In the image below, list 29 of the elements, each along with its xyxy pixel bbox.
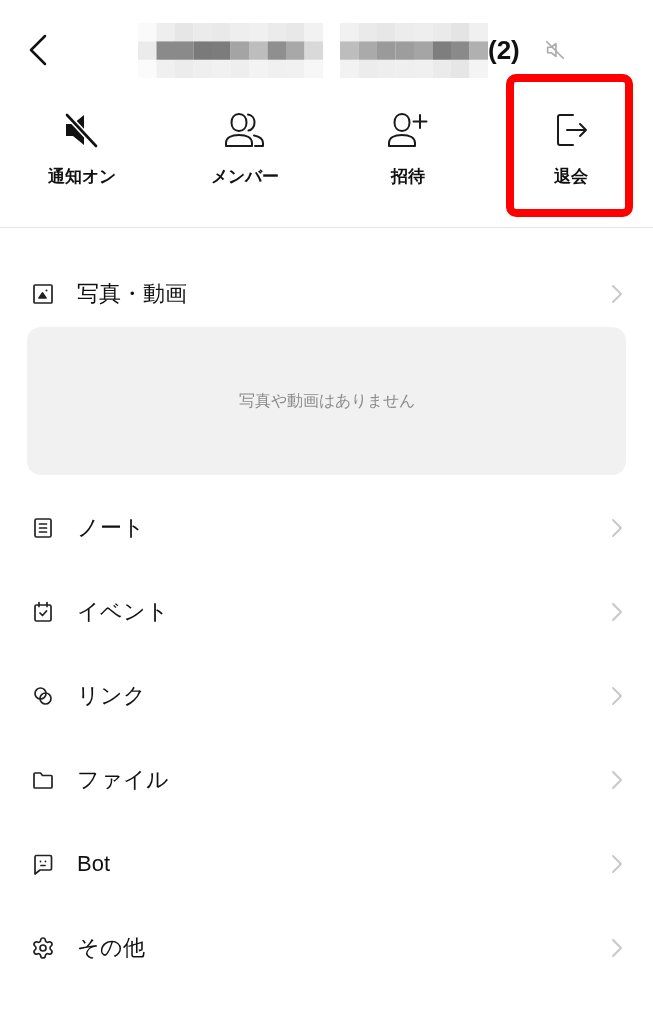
link-icon <box>31 684 55 708</box>
chevron-right-icon <box>611 518 623 538</box>
menu-row[interactable]: ファイル <box>0 738 653 822</box>
note-icon <box>31 516 55 540</box>
settings-icon <box>31 936 55 960</box>
chat-face-icon <box>31 852 55 876</box>
menu-row[interactable]: Bot <box>0 822 653 906</box>
member-count: (2) <box>488 37 520 63</box>
empty-message: 写真や動画はありません <box>238 391 415 411</box>
calendar-check-icon <box>31 600 55 624</box>
muted-speaker-icon <box>543 39 566 61</box>
action-button[interactable]: 招待 <box>386 100 431 227</box>
chevron-right-icon <box>611 938 623 958</box>
menu-row[interactable]: リンク <box>0 654 653 738</box>
chevron-right-icon <box>611 770 623 790</box>
menu-row[interactable]: その他 <box>0 906 653 990</box>
menu-row[interactable]: ノート <box>0 486 653 570</box>
chevron-right-icon <box>611 686 623 706</box>
two-people-icon <box>222 110 267 150</box>
menu-row[interactable]: 写真・動画 <box>0 264 653 324</box>
chevron-right-icon <box>611 602 623 622</box>
action-button[interactable]: メンバー <box>210 100 279 227</box>
image-icon <box>31 282 55 306</box>
chevron-right-icon <box>611 854 623 874</box>
menu-row[interactable]: イベント <box>0 570 653 654</box>
back-icon <box>28 34 48 66</box>
action-button[interactable]: 退会 <box>551 100 592 227</box>
chevron-right-icon <box>611 284 623 304</box>
action-button[interactable]: 通知オン <box>47 100 116 227</box>
